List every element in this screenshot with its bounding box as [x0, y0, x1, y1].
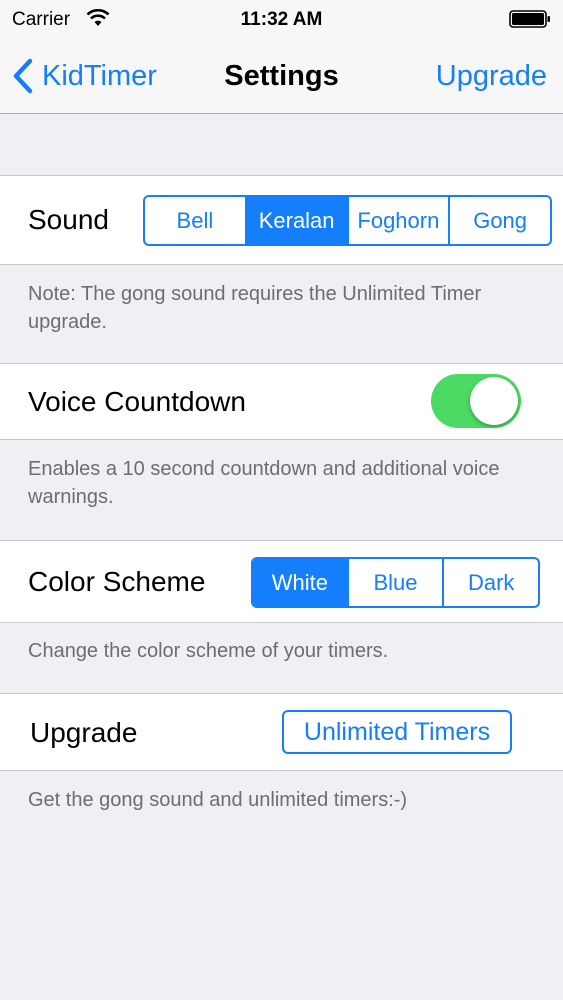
- sound-option-foghorn[interactable]: Foghorn: [346, 197, 449, 244]
- color-scheme-option-white[interactable]: White: [253, 559, 347, 606]
- status-time: 11:32 AM: [240, 9, 323, 30]
- sound-option-keralan[interactable]: Keralan: [244, 197, 347, 244]
- battery-icon: [509, 10, 550, 28]
- sound-option-bell[interactable]: Bell: [145, 197, 245, 244]
- color-scheme-option-blue[interactable]: Blue: [346, 559, 443, 606]
- color-scheme-option-dark[interactable]: Dark: [442, 559, 538, 606]
- voice-countdown-toggle[interactable]: [431, 374, 521, 428]
- upgrade-nav-button[interactable]: Upgrade: [436, 60, 547, 93]
- color-scheme-segmented-control[interactable]: White Blue Dark: [251, 557, 540, 608]
- voice-countdown-cell: Voice Countdown: [0, 363, 563, 440]
- toggle-knob: [470, 377, 518, 425]
- voice-countdown-label: Voice Countdown: [28, 386, 246, 417]
- sound-cell: Sound Bell Keralan Foghorn Gong: [0, 175, 563, 265]
- color-scheme-label: Color Scheme: [28, 566, 206, 597]
- sound-option-gong[interactable]: Gong: [448, 197, 550, 244]
- navigation-bar: KidTimer Settings Upgrade: [0, 40, 563, 114]
- upgrade-note: Get the gong sound and unlimited timers:…: [28, 789, 408, 811]
- voice-countdown-note: Enables a 10 second countdown and additi…: [28, 458, 500, 508]
- upgrade-label: Upgrade: [30, 717, 138, 748]
- sound-segmented-control[interactable]: Bell Keralan Foghorn Gong: [143, 195, 552, 246]
- color-scheme-cell: Color Scheme White Blue Dark: [0, 540, 563, 623]
- sound-label: Sound: [28, 204, 109, 235]
- color-scheme-note: Change the color scheme of your timers.: [28, 640, 389, 662]
- status-bar: Carrier 11:32 AM: [0, 0, 563, 40]
- upgrade-cell: Upgrade Unlimited Timers: [0, 693, 563, 771]
- sound-note: Note: The gong sound requires the Unlimi…: [28, 283, 482, 333]
- unlimited-timers-button[interactable]: Unlimited Timers: [282, 710, 512, 754]
